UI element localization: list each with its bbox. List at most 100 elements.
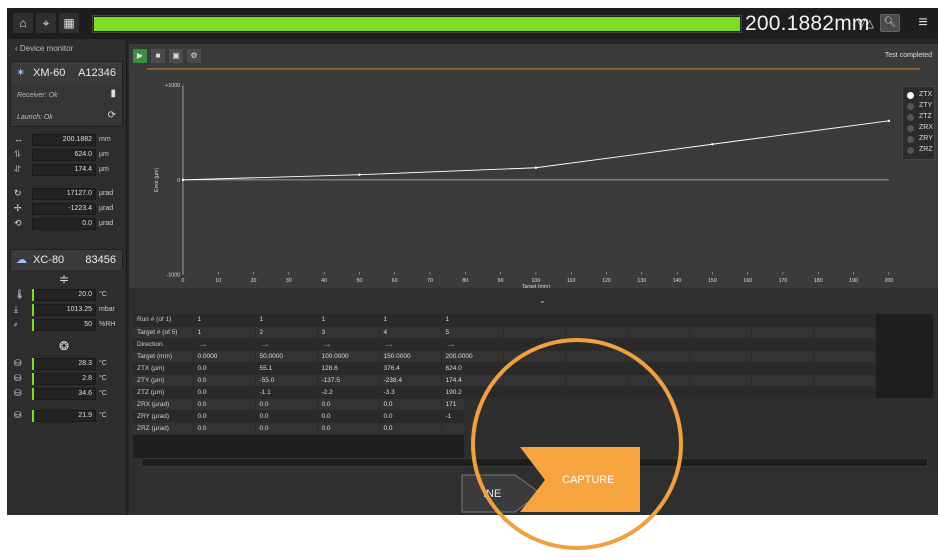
- table-cell: 0.0: [317, 410, 380, 423]
- empty-cell: [503, 338, 566, 351]
- direction-toggle[interactable]: ▽△: [857, 17, 874, 30]
- data-point: [534, 166, 538, 169]
- crosshair-icon[interactable]: ⌖: [36, 13, 56, 33]
- table-row: ZTZ (µm) 0.0 -1.1 -2.2 -3.3 190.2: [133, 386, 876, 399]
- table-cell: 0.0: [193, 374, 256, 387]
- table-cell: 376.4: [379, 362, 442, 375]
- direction-arrow-icon: →: [379, 338, 442, 351]
- readout-unit: °C: [99, 360, 107, 367]
- empty-cell: [503, 314, 566, 327]
- main-panel: ▶ ■ ▣ ⚙ Test completed -1000 0 +1000 0 10 20 3…: [129, 44, 938, 515]
- readout-value: 624.0: [32, 149, 96, 161]
- legend-item-zry[interactable]: ZRY: [905, 134, 933, 145]
- play-icon[interactable]: ▶: [133, 49, 147, 63]
- table-cell: -2.2: [317, 386, 380, 399]
- table-cell: 0.0: [379, 410, 442, 423]
- x-tick-label: 200: [884, 278, 893, 284]
- collapse-chevron-icon[interactable]: ⌄: [539, 296, 546, 305]
- empty-cell: [689, 386, 752, 399]
- progress-fill: [94, 17, 740, 31]
- horizontal-scrollbar[interactable]: [141, 458, 928, 467]
- legend-item-zrz[interactable]: ZRZ: [905, 145, 933, 156]
- empty-cell: [627, 374, 690, 387]
- x-tick-label: 110: [567, 278, 575, 284]
- grid-icon[interactable]: ▦: [59, 13, 79, 33]
- home-icon[interactable]: ⌂: [13, 13, 33, 33]
- readout-row: 🌡︎ 20.0 °C: [10, 288, 123, 302]
- refresh-icon[interactable]: ⟳: [108, 110, 116, 121]
- sensor-indicator: [32, 289, 34, 301]
- table-cell: 0.0: [379, 398, 442, 411]
- sensor-indicator: [32, 373, 34, 385]
- legend-item-ztx[interactable]: ZTX: [905, 90, 932, 101]
- readout-unit: °C: [99, 375, 107, 382]
- table-cell: 0.0: [193, 398, 256, 411]
- empty-cell: [503, 362, 566, 375]
- launch-status: Launch: Ok ⟳: [11, 106, 122, 128]
- table-cell: 5: [441, 326, 504, 339]
- empty-cell: [813, 338, 876, 351]
- readout-row: ⛁ 21.9 °C: [10, 409, 123, 423]
- y-tick-label: +1000: [165, 83, 180, 89]
- table-cell: 0.0: [379, 422, 442, 435]
- menu-icon[interactable]: ≡: [912, 12, 934, 34]
- readout-value: 174.4: [32, 164, 96, 176]
- stop-icon[interactable]: ■: [151, 49, 165, 63]
- battery-icon: ▮: [110, 88, 116, 99]
- table-cell: 55.1: [255, 362, 318, 375]
- sensor-indicator: [32, 410, 34, 422]
- xm60-card: ✶ XM-60 A12346 Receiver: Ok ▮ Launch: Ok…: [10, 61, 123, 127]
- settings-icon[interactable]: ⚙: [187, 49, 201, 63]
- x-tick-label: 60: [392, 278, 398, 284]
- empty-cell: [565, 362, 628, 375]
- pressure-icon: ⤓: [14, 304, 18, 314]
- empty-cell: [627, 326, 690, 339]
- table-cell: 1: [379, 314, 442, 327]
- x-tick-label: 50: [356, 278, 362, 284]
- material-sensor-icon: ⛁: [14, 388, 22, 398]
- device-monitor-back[interactable]: ‹ Device monitor: [7, 39, 126, 57]
- sensor-indicator: [32, 319, 34, 331]
- legend-item-zty[interactable]: ZTY: [905, 101, 932, 112]
- environment-icon: ☁: [16, 254, 27, 266]
- linear-icon: ↔: [14, 134, 23, 144]
- table-cell: 1: [193, 326, 256, 339]
- x-tick-label: 70: [427, 278, 433, 284]
- device-serial: 83456: [85, 254, 116, 266]
- sensor-indicator: [32, 388, 34, 400]
- sensor-indicator: [32, 304, 34, 316]
- receiver-status: Receiver: Ok ▮: [11, 84, 122, 106]
- empty-cell: [503, 386, 566, 399]
- error-chart: -10000+10000 10 20 30 40 50 60 70 80 90 100 110 120 1…: [129, 68, 938, 288]
- progress-bar: [92, 15, 742, 33]
- table-cell: -238.4: [379, 374, 442, 387]
- table-row: ZTY (µm) 0.0 -55.0 -137.5 -238.4 174.4: [133, 374, 876, 387]
- x-tick-label: 150: [708, 278, 717, 284]
- legend-item-ztz[interactable]: ZTZ: [905, 112, 932, 123]
- x-tick-label: 190: [849, 278, 858, 284]
- material-sensor-group-icon: ❂: [59, 339, 70, 353]
- save-icon[interactable]: ▣: [169, 49, 183, 63]
- table-row: Direction → → → → →: [133, 338, 876, 351]
- readout-value: 17127.0: [32, 188, 96, 200]
- x-tick-label: 90: [498, 278, 504, 284]
- readout-value: 21.9: [32, 410, 96, 422]
- row-header: ZTX (µm): [133, 362, 194, 375]
- legend-label: ZTY: [919, 102, 933, 109]
- legend-item-zrx[interactable]: ZRX: [905, 123, 933, 134]
- empty-cell: [813, 314, 876, 327]
- table-row: Run # (of 1) 1 1 1 1 1: [133, 314, 876, 327]
- direction-arrow-icon: →: [441, 338, 504, 351]
- readout-value: 34.6: [32, 388, 96, 400]
- sensor-indicator: [32, 358, 34, 370]
- empty-cell: [751, 374, 814, 387]
- readout-unit: °C: [99, 390, 107, 397]
- row-header: Run # (of 1): [133, 314, 194, 327]
- empty-cell: [751, 326, 814, 339]
- device-name: XM-60: [33, 67, 66, 79]
- empty-cell: [751, 314, 814, 327]
- zoom-icon[interactable]: 🔍︎: [880, 14, 900, 32]
- readout-unit: µrad: [99, 220, 114, 227]
- x-tick-label: 140: [673, 278, 682, 284]
- table-cell: 624.0: [441, 362, 504, 375]
